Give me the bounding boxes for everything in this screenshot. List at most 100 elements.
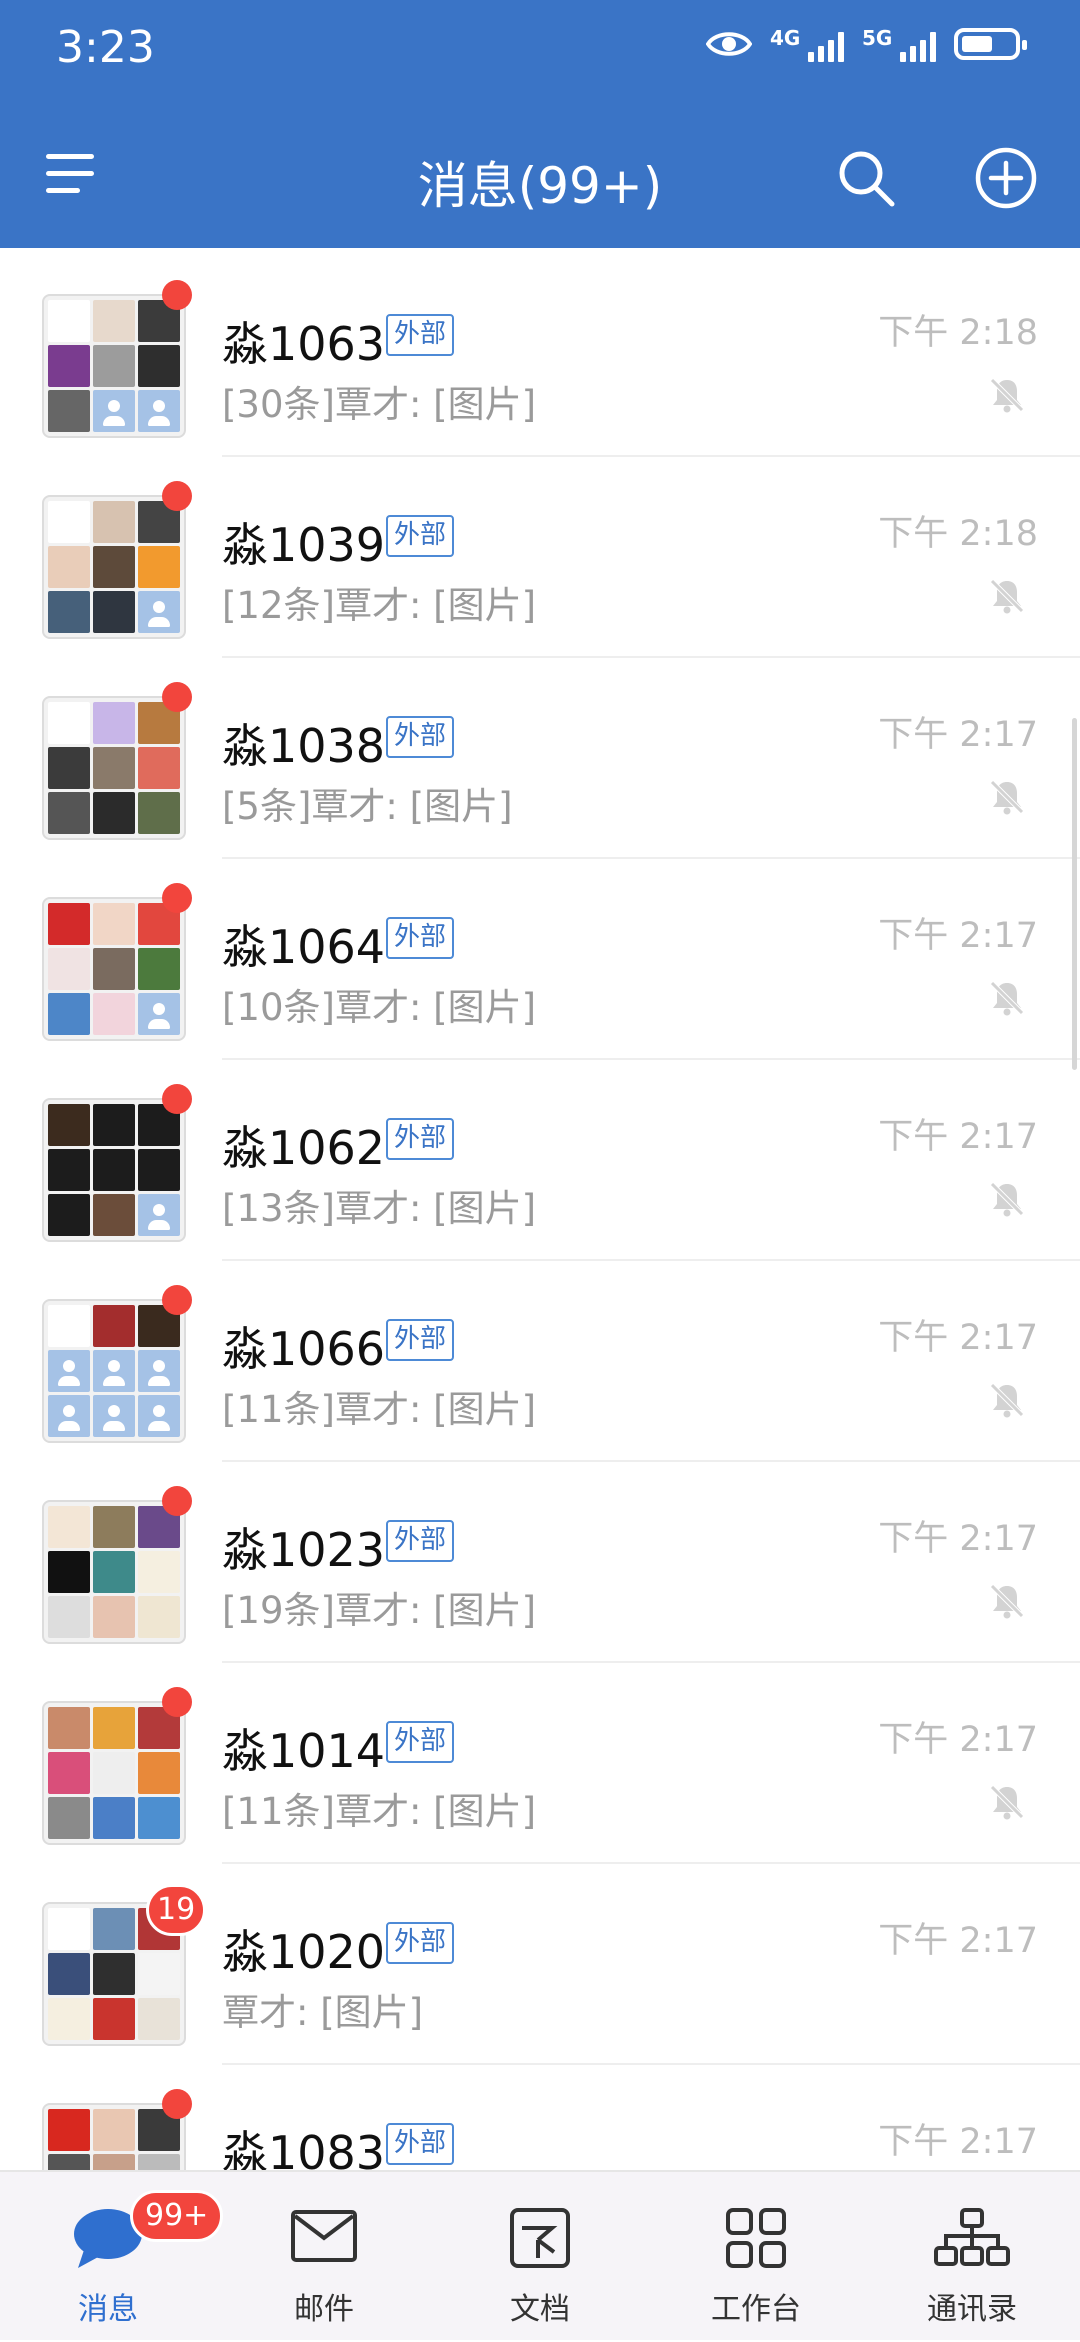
signal-5g-icon: 5G	[862, 26, 936, 62]
external-tag: 外部	[386, 515, 455, 557]
message-time: 下午 2:17	[878, 1921, 1038, 1961]
external-tag: 外部	[386, 2123, 455, 2165]
conversation-item[interactable]: 淼1083 外部 下午 2:17	[0, 2065, 1080, 2170]
conversation-item[interactable]: 淼1063 外部 [30条]覃才: [图片] 下午 2:18	[0, 256, 1080, 457]
external-tag: 外部	[386, 1721, 455, 1763]
document-icon	[510, 2208, 570, 2268]
search-icon[interactable]	[836, 148, 896, 208]
group-avatar	[42, 1701, 186, 1845]
grid-icon	[726, 2208, 786, 2268]
message-preview: [19条]覃才: [图片]	[222, 1589, 537, 1632]
tab-label: 文档	[510, 2292, 570, 2327]
unread-dot	[162, 1486, 192, 1516]
conversation-item[interactable]: 19 淼1020 外部 覃才: [图片] 下午 2:17	[0, 1864, 1080, 2065]
tab-messages[interactable]: 99+ 消息	[0, 2172, 224, 2342]
scrollbar[interactable]	[1072, 718, 1077, 1070]
external-tag: 外部	[386, 1118, 455, 1160]
conversation-item[interactable]: 淼1066 外部 [11条]覃才: [图片] 下午 2:17	[0, 1261, 1080, 1462]
message-preview: [10条]覃才: [图片]	[222, 986, 537, 1029]
conversation-name: 淼1066	[222, 1322, 386, 1376]
group-avatar	[42, 1500, 186, 1644]
message-time: 下午 2:17	[878, 1519, 1038, 1559]
unread-count-badge: 19	[146, 1884, 207, 1936]
conversation-name: 淼1083	[222, 2126, 386, 2170]
conversation-item[interactable]: 淼1023 外部 [19条]覃才: [图片] 下午 2:17	[0, 1462, 1080, 1663]
conversation-name: 淼1062	[222, 1121, 386, 1175]
message-preview: [5条]覃才: [图片]	[222, 785, 513, 828]
unread-dot	[162, 2089, 192, 2119]
message-time: 下午 2:18	[878, 514, 1038, 554]
group-avatar	[42, 495, 186, 639]
group-avatar	[42, 1098, 186, 1242]
mute-bell-icon	[990, 378, 1024, 413]
group-avatar	[42, 696, 186, 840]
status-time: 3:23	[56, 22, 155, 73]
eye-icon	[706, 32, 752, 56]
message-preview: [11条]覃才: [图片]	[222, 1388, 537, 1431]
mute-bell-icon	[990, 1584, 1024, 1619]
tab-workbench[interactable]: 工作台	[648, 2172, 864, 2342]
org-chart-icon	[934, 2208, 1010, 2266]
battery-icon	[954, 28, 1027, 60]
tab-mail[interactable]: 邮件	[216, 2172, 432, 2342]
conversation-name: 淼1023	[222, 1523, 386, 1577]
message-preview: [11条]覃才: [图片]	[222, 1790, 537, 1833]
conversation-item[interactable]: 淼1014 外部 [11条]覃才: [图片] 下午 2:17	[0, 1663, 1080, 1864]
conversation-name: 淼1039	[222, 518, 386, 572]
message-time: 下午 2:17	[878, 1720, 1038, 1760]
external-tag: 外部	[386, 1922, 455, 1964]
unread-dot	[162, 682, 192, 712]
unread-dot	[162, 1285, 192, 1315]
status-icons: 4G 5G	[706, 26, 1027, 62]
tab-contacts[interactable]: 通讯录	[864, 2172, 1080, 2342]
tab-unread-badge: 99+	[130, 2190, 224, 2242]
conversation-name: 淼1063	[222, 317, 386, 371]
tab-label: 工作台	[711, 2292, 801, 2327]
mute-bell-icon	[990, 579, 1024, 614]
external-tag: 外部	[386, 1520, 455, 1562]
unread-dot	[162, 481, 192, 511]
external-tag: 外部	[386, 314, 455, 356]
conversation-name: 淼1020	[222, 1925, 386, 1979]
message-preview: [13条]覃才: [图片]	[222, 1187, 537, 1230]
group-avatar	[42, 897, 186, 1041]
external-tag: 外部	[386, 1319, 455, 1361]
bottom-tab-bar: 99+ 消息 邮件 文档 工作台 通讯录	[0, 2170, 1080, 2340]
signal-4g-icon: 4G	[770, 26, 844, 62]
group-avatar	[42, 294, 186, 438]
signal-5g-label: 5G	[862, 26, 893, 50]
conversation-item[interactable]: 淼1062 外部 [13条]覃才: [图片] 下午 2:17	[0, 1060, 1080, 1261]
message-time: 下午 2:18	[878, 313, 1038, 353]
add-icon[interactable]	[974, 146, 1038, 210]
message-time: 下午 2:17	[878, 1318, 1038, 1358]
message-preview: [12条]覃才: [图片]	[222, 584, 537, 627]
tab-label: 消息	[78, 2292, 138, 2327]
group-avatar	[42, 1299, 186, 1443]
message-preview: [30条]覃才: [图片]	[222, 383, 537, 426]
external-tag: 外部	[386, 917, 455, 959]
unread-dot	[162, 280, 192, 310]
conversation-name: 淼1038	[222, 719, 386, 773]
conversation-name: 淼1014	[222, 1724, 386, 1778]
mail-icon	[291, 2210, 357, 2262]
message-preview: 覃才: [图片]	[222, 1991, 424, 2034]
page-title: 消息(99+)	[417, 157, 663, 215]
tab-label: 通讯录	[927, 2292, 1017, 2327]
conversation-item[interactable]: 淼1064 外部 [10条]覃才: [图片] 下午 2:17	[0, 859, 1080, 1060]
unread-dot	[162, 883, 192, 913]
signal-4g-label: 4G	[770, 26, 801, 50]
conversation-item[interactable]: 淼1039 外部 [12条]覃才: [图片] 下午 2:18	[0, 457, 1080, 658]
conversation-list[interactable]: 淼1063 外部 [30条]覃才: [图片] 下午 2:18 淼1039 外部 …	[0, 248, 1080, 2170]
unread-dot	[162, 1084, 192, 1114]
mute-bell-icon	[990, 1383, 1024, 1418]
tab-docs[interactable]: 文档	[432, 2172, 648, 2342]
message-time: 下午 2:17	[878, 715, 1038, 755]
message-time: 下午 2:17	[878, 916, 1038, 956]
conversation-item[interactable]: 淼1038 外部 [5条]覃才: [图片] 下午 2:17	[0, 658, 1080, 859]
tab-label: 邮件	[294, 2292, 354, 2327]
conversation-name: 淼1064	[222, 920, 386, 974]
mute-bell-icon	[990, 981, 1024, 1016]
top-bar: 3:23 4G 5G 消息(99+)	[0, 0, 1080, 248]
mute-bell-icon	[990, 1182, 1024, 1217]
message-time: 下午 2:17	[878, 2122, 1038, 2162]
